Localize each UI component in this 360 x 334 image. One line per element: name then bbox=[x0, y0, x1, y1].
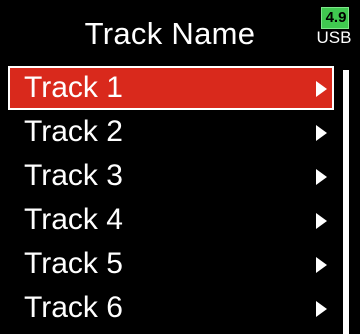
power-source-label: USB bbox=[316, 28, 352, 47]
track-label: Track 5 bbox=[24, 247, 123, 280]
track-list: Track 1 Track 2 Track 3 Track 4 Track 5 … bbox=[0, 64, 334, 334]
chevron-right-icon bbox=[316, 213, 327, 229]
track-row[interactable]: Track 1 bbox=[8, 66, 334, 110]
battery-icon: 4.9 bbox=[321, 7, 349, 29]
track-row[interactable]: Track 3 bbox=[8, 154, 334, 198]
track-label: Track 4 bbox=[24, 203, 123, 236]
scrollbar-thumb[interactable] bbox=[343, 70, 349, 334]
track-row[interactable]: Track 6 bbox=[8, 286, 334, 330]
track-label: Track 3 bbox=[24, 159, 123, 192]
track-label: Track 1 bbox=[24, 71, 123, 104]
track-label: Track 6 bbox=[24, 291, 123, 324]
power-status: 4.9 USB bbox=[314, 6, 354, 60]
chevron-right-icon bbox=[316, 125, 327, 141]
track-row[interactable]: Track 2 bbox=[8, 110, 334, 154]
page-title: Track Name bbox=[84, 16, 256, 51]
battery-voltage: 4.9 bbox=[325, 9, 347, 26]
track-label: Track 2 bbox=[24, 115, 123, 148]
chevron-right-icon bbox=[316, 81, 327, 97]
screen: Track Name 4.9 USB Track 1 Track 2 Track… bbox=[0, 0, 360, 334]
track-row[interactable]: Track 5 bbox=[8, 242, 334, 286]
chevron-right-icon bbox=[316, 301, 327, 317]
track-row[interactable]: Track 4 bbox=[8, 198, 334, 242]
chevron-right-icon bbox=[316, 257, 327, 273]
chevron-right-icon bbox=[316, 169, 327, 185]
header: Track Name 4.9 USB bbox=[0, 0, 360, 64]
scrollbar[interactable] bbox=[342, 70, 350, 334]
